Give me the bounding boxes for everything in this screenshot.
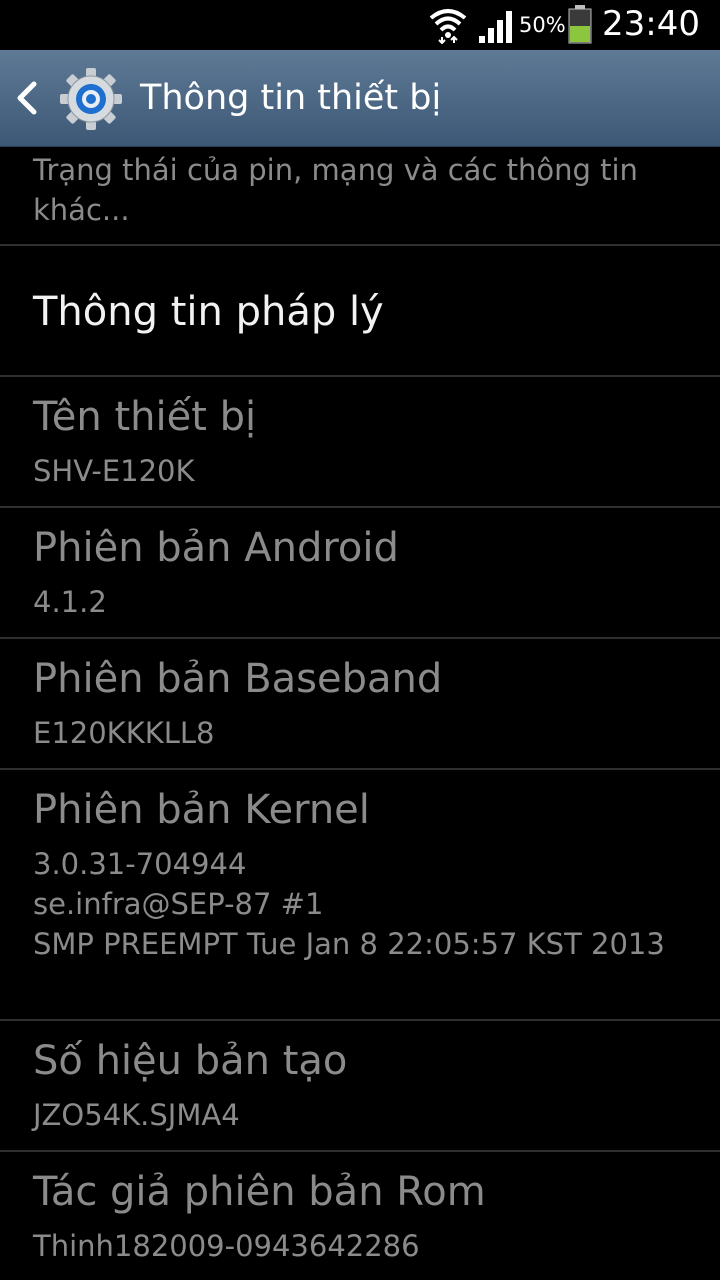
list-item-title: Số hiệu bản tạo xyxy=(33,1038,348,1084)
list-item-value: 3.0.31-704944 se.infra@SEP-87 #1 SMP PRE… xyxy=(33,847,665,961)
settings-gear-icon xyxy=(60,68,122,130)
list-item-value: SHV-E120K xyxy=(33,454,195,488)
list-item-title: Phiên bản Android xyxy=(33,525,399,571)
page-title: Thông tin thiết bị xyxy=(140,78,442,118)
list-item-rom-author[interactable]: Tác giả phiên bản Rom Thinh182009-094364… xyxy=(0,1152,720,1280)
battery-icon xyxy=(568,5,592,44)
status-bar: 50% 23:40 xyxy=(0,0,720,50)
back-icon xyxy=(17,81,37,115)
list-item-title: Phiên bản Kernel xyxy=(33,787,370,833)
list-item-title: Thông tin pháp lý xyxy=(33,289,384,335)
settings-list: Trạng thái của pin, mạng và các thông ti… xyxy=(0,146,720,1280)
list-item-kernel-version[interactable]: Phiên bản Kernel 3.0.31-704944 se.infra@… xyxy=(0,770,720,1021)
wifi-icon xyxy=(429,9,467,44)
list-item-title: Phiên bản Baseband xyxy=(33,656,443,702)
battery-percent: 50% xyxy=(519,13,566,37)
list-item-value: Thinh182009-0943642286 xyxy=(33,1229,420,1263)
action-bar: Thông tin thiết bị xyxy=(0,50,720,147)
list-item-baseband-version[interactable]: Phiên bản Baseband E120KKKLL8 xyxy=(0,639,720,770)
list-item-value: E120KKKLL8 xyxy=(33,716,215,750)
list-item-title: Tác giả phiên bản Rom xyxy=(33,1169,486,1215)
list-item-build-number[interactable]: Số hiệu bản tạo JZO54K.SJMA4 xyxy=(0,1021,720,1152)
list-item-status-summary[interactable]: Trạng thái của pin, mạng và các thông ti… xyxy=(0,146,720,246)
list-item-title: Tên thiết bị xyxy=(33,394,257,440)
list-item-summary-text: Trạng thái của pin, mạng và các thông ti… xyxy=(33,153,638,227)
signal-icon xyxy=(479,11,512,43)
list-item-value: JZO54K.SJMA4 xyxy=(33,1098,240,1132)
back-button[interactable] xyxy=(0,50,140,146)
list-item-legal-info[interactable]: Thông tin pháp lý xyxy=(0,246,720,377)
clock: 23:40 xyxy=(602,4,700,44)
list-item-android-version[interactable]: Phiên bản Android 4.1.2 xyxy=(0,508,720,639)
list-item-value: 4.1.2 xyxy=(33,585,107,619)
list-item-device-name[interactable]: Tên thiết bị SHV-E120K xyxy=(0,377,720,508)
